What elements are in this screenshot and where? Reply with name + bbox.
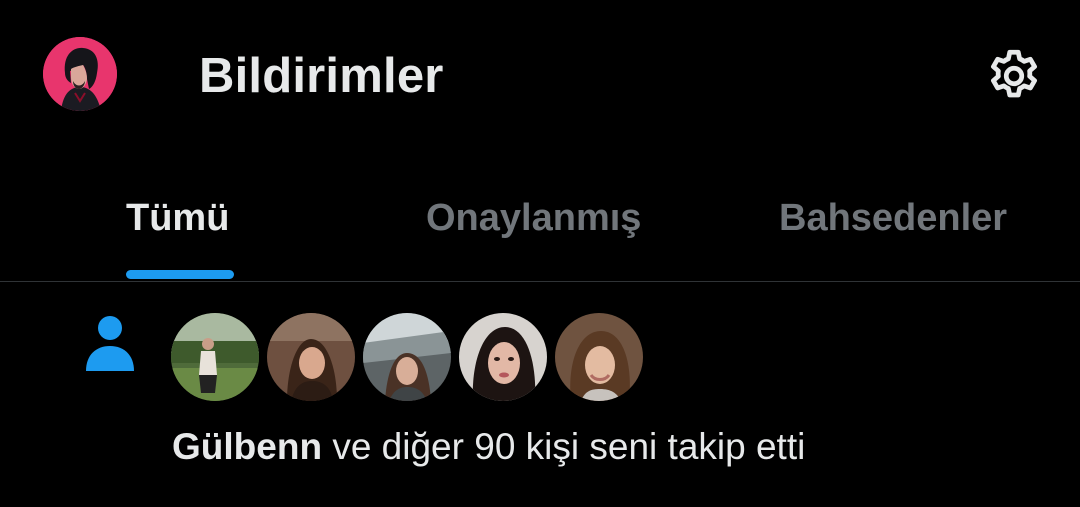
- follower-avatar[interactable]: [459, 313, 547, 401]
- notification-text: Gülbenn ve diğer 90 kişi seni takip etti: [172, 424, 805, 470]
- person-icon: [84, 315, 136, 373]
- tab-bar: Tümü Onaylanmış Bahsedenler: [0, 180, 1080, 282]
- avatar-illustration: [43, 37, 117, 111]
- settings-button[interactable]: [984, 46, 1044, 106]
- notification-message: ve diğer 90 kişi seni takip etti: [322, 426, 806, 467]
- follower-name[interactable]: Gülbenn: [172, 426, 322, 467]
- page-title: Bildirimler: [199, 49, 444, 103]
- follower-avatar[interactable]: [555, 313, 643, 401]
- tab-mentions[interactable]: Bahsedenler: [779, 194, 1007, 242]
- follower-avatar[interactable]: [363, 313, 451, 401]
- profile-avatar[interactable]: [43, 37, 117, 111]
- follow-notification[interactable]: Gülbenn ve diğer 90 kişi seni takip etti: [0, 282, 1080, 507]
- follower-avatar[interactable]: [267, 313, 355, 401]
- tab-all[interactable]: Tümü: [126, 194, 229, 242]
- follower-avatar[interactable]: [171, 313, 259, 401]
- gear-icon: [991, 49, 1037, 98]
- top-bar: Bildirimler: [0, 0, 1080, 150]
- tab-verified[interactable]: Onaylanmış: [426, 194, 641, 242]
- active-tab-indicator: [126, 270, 234, 279]
